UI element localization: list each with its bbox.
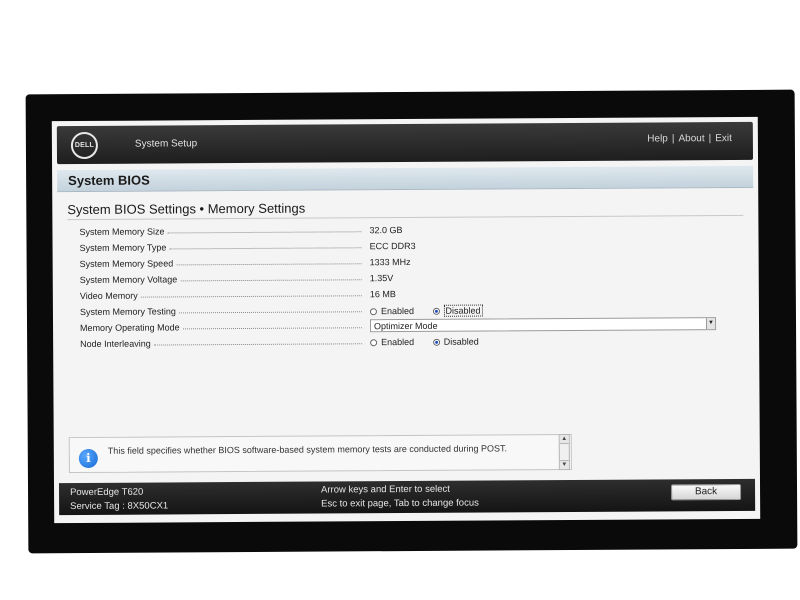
top-bar: DELL System Setup Help | About | Exit	[56, 121, 754, 165]
help-text: This field specifies whether BIOS softwa…	[107, 443, 507, 456]
leader-dots	[178, 311, 362, 314]
setting-value: 32.0 GB	[369, 225, 403, 236]
node-interleaving-radio-group: Enabled Disabled	[370, 336, 495, 347]
page-title: System BIOS Settings • Memory Settings	[67, 200, 306, 218]
radio-circle-selected	[432, 307, 440, 315]
leader-dots	[176, 263, 362, 266]
radio-label: Enabled	[380, 305, 415, 317]
key-hint-navigation: Esc to exit page, Tab to change focus	[321, 497, 479, 510]
help-box: i This field specifies whether BIOS soft…	[68, 433, 572, 474]
scroll-up-icon[interactable]: ▲	[559, 435, 569, 445]
info-icon: i	[78, 448, 98, 469]
setting-value: 1.35V	[369, 273, 394, 284]
link-separator: |	[708, 133, 712, 145]
radio-label: Disabled	[443, 336, 479, 347]
link-separator: |	[671, 133, 675, 145]
about-link[interactable]: About	[678, 133, 704, 144]
setting-label: Node Interleaving	[80, 338, 151, 349]
leader-dots	[169, 247, 362, 250]
setting-value: 1333 MHz	[369, 256, 411, 268]
radio-label: Enabled	[381, 336, 415, 348]
memory-testing-disabled-radio[interactable]: Disabled	[432, 304, 483, 317]
node-interleaving-disabled-radio[interactable]: Disabled	[432, 336, 479, 347]
memory-operating-mode-select[interactable]: Optimizer Mode ▼	[369, 317, 717, 333]
setting-value: 16 MB	[369, 289, 396, 300]
leader-dots	[153, 343, 363, 346]
setting-label: System Memory Testing	[79, 306, 176, 317]
leader-dots	[182, 327, 363, 330]
top-links: Help | About | Exit	[647, 133, 732, 145]
radio-circle-selected	[432, 338, 440, 346]
node-interleaving-enabled-radio[interactable]: Enabled	[370, 337, 414, 347]
chevron-down-icon[interactable]: ▼	[705, 318, 716, 330]
setting-row-node-interleaving: Node Interleaving Enabled Disabled	[80, 333, 720, 353]
bios-screen: DELL System Setup Help | About | Exit System…	[51, 116, 761, 524]
radio-circle	[370, 338, 378, 346]
setting-value: ECC DDR3	[369, 240, 416, 252]
setting-label: System Memory Speed	[79, 258, 174, 269]
system-model: PowerEdge T620	[70, 486, 144, 499]
dell-logo: DELL	[70, 131, 99, 160]
radio-label: Disabled	[443, 304, 483, 317]
settings-list: System Memory Size 32.0 GB System Memory…	[79, 221, 720, 353]
service-tag: Service Tag : 8X50CX1	[70, 500, 169, 513]
exit-link[interactable]: Exit	[715, 133, 732, 144]
help-scrollbar[interactable]: ▲ ▼	[558, 434, 570, 471]
memory-testing-enabled-radio[interactable]: Enabled	[369, 305, 415, 317]
select-value: Optimizer Mode	[374, 320, 438, 332]
leader-dots	[180, 279, 362, 282]
setting-label: Video Memory	[79, 290, 138, 301]
app-title: System Setup	[134, 138, 198, 150]
setting-label: System Memory Size	[79, 226, 165, 237]
help-link[interactable]: Help	[647, 133, 668, 144]
setting-label: Memory Operating Mode	[80, 322, 180, 333]
section-header: System BIOS	[57, 165, 754, 193]
setting-label: System Memory Type	[79, 242, 167, 253]
leader-dots	[167, 231, 362, 234]
scroll-down-icon[interactable]: ▼	[559, 460, 569, 470]
memory-testing-radio-group: Enabled Disabled	[369, 304, 499, 317]
bottom-bar: PowerEdge T620 Service Tag : 8X50CX1 Arr…	[58, 478, 756, 516]
setting-label: System Memory Voltage	[79, 274, 178, 285]
back-button[interactable]: Back	[671, 483, 742, 501]
section-title: System BIOS	[68, 172, 150, 189]
leader-dots	[140, 295, 362, 298]
key-hint-select: Arrow keys and Enter to select	[321, 483, 450, 496]
radio-circle	[369, 307, 377, 315]
